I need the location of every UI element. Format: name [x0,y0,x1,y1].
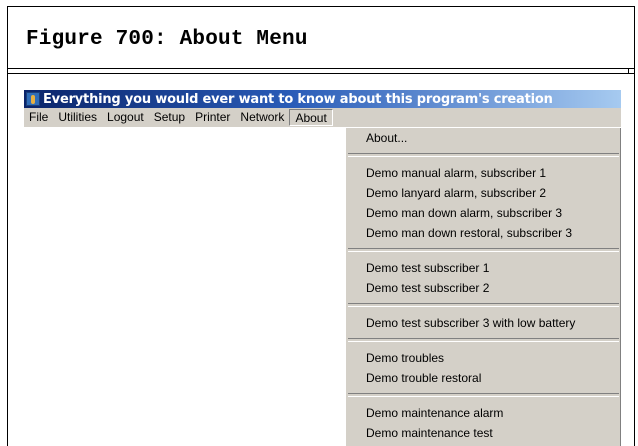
menu-item-demo-test-subscriber-1[interactable]: Demo test subscriber 1 [346,258,621,278]
menu-item-demo-man-down-restoral[interactable]: Demo man down restoral, subscriber 3 [346,223,621,243]
menu-item-demo-manual-alarm[interactable]: Demo manual alarm, subscriber 1 [346,163,621,183]
menu-item-demo-maintenance-alarm[interactable]: Demo maintenance alarm [346,403,621,423]
menu-network[interactable]: Network [235,109,289,126]
window-titlebar[interactable]: Everything you would ever want to know a… [24,90,621,108]
app-window: Everything you would ever want to know a… [24,90,621,446]
menu-separator [348,153,619,157]
menu-item-demo-trouble-restoral[interactable]: Demo trouble restoral [346,368,621,388]
menu-printer[interactable]: Printer [190,109,235,126]
menu-about[interactable]: About [289,109,333,126]
menu-item-demo-lanyard-alarm[interactable]: Demo lanyard alarm, subscriber 2 [346,183,621,203]
figure-title: Figure 700: About Menu [26,28,308,51]
app-icon[interactable] [26,92,40,106]
menu-separator [348,338,619,342]
menu-file[interactable]: File [24,109,53,126]
menu-item-demo-maintenance-test[interactable]: Demo maintenance test [346,423,621,443]
rule-right-tick [628,69,629,74]
menu-item-demo-man-down-alarm[interactable]: Demo man down alarm, subscriber 3 [346,203,621,223]
menu-separator [348,393,619,397]
menu-logout[interactable]: Logout [102,109,149,126]
title-rule-bottom [7,73,635,74]
menu-item-about[interactable]: About... [346,128,621,148]
window-title: Everything you would ever want to know a… [43,91,553,107]
menu-utilities[interactable]: Utilities [53,109,102,126]
menu-separator [348,303,619,307]
menubar: File Utilities Logout Setup Printer Netw… [24,108,621,128]
about-dropdown-menu: About... Demo manual alarm, subscriber 1… [345,127,621,446]
menu-item-demo-test-subscriber-3-low-battery[interactable]: Demo test subscriber 3 with low battery [346,313,621,333]
menu-item-demo-test-subscriber-2[interactable]: Demo test subscriber 2 [346,278,621,298]
menu-setup[interactable]: Setup [149,109,190,126]
menu-item-demo-troubles[interactable]: Demo troubles [346,348,621,368]
rule-left-edge [7,69,8,74]
title-rule-top [7,68,635,69]
menu-separator [348,248,619,252]
